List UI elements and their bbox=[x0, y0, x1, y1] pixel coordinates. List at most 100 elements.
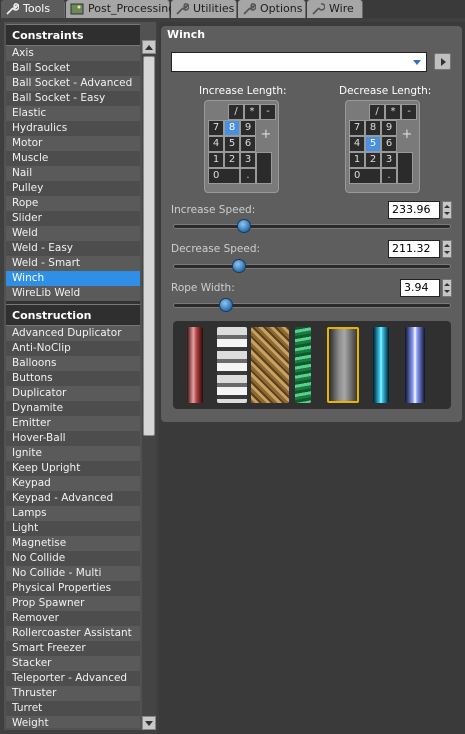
keypad-key[interactable]: * bbox=[385, 104, 401, 120]
tool-item-muscle[interactable]: Muscle bbox=[6, 151, 140, 166]
tool-item-weight[interactable]: Weight bbox=[6, 716, 140, 728]
tool-item-elastic[interactable]: Elastic bbox=[6, 106, 140, 121]
keypad-key[interactable]: 5 bbox=[365, 136, 381, 152]
tool-item-hydraulics[interactable]: Hydraulics bbox=[6, 121, 140, 136]
tool-item-remover[interactable]: Remover bbox=[6, 611, 140, 626]
increase-speed-spinner[interactable] bbox=[442, 201, 452, 219]
tool-item-motor[interactable]: Motor bbox=[6, 136, 140, 151]
tool-item-ball-socket-advanced[interactable]: Ball Socket - Advanced bbox=[6, 76, 140, 91]
keypad-key[interactable]: 6 bbox=[240, 136, 256, 152]
material-grey-metal[interactable] bbox=[327, 327, 359, 403]
keypad-key[interactable]: 3 bbox=[240, 152, 256, 168]
keypad-key[interactable]: 1 bbox=[349, 152, 365, 168]
tool-item-keypad-advanced[interactable]: Keypad - Advanced bbox=[6, 491, 140, 506]
tool-item-nail[interactable]: Nail bbox=[6, 166, 140, 181]
list-scrollbar[interactable] bbox=[142, 40, 156, 730]
slider-handle[interactable] bbox=[232, 259, 247, 273]
keypad-key[interactable]: 3 bbox=[381, 152, 397, 168]
tool-item-ignite[interactable]: Ignite bbox=[6, 446, 140, 461]
material-green-twisted[interactable] bbox=[295, 327, 311, 403]
scroll-up-button[interactable] bbox=[142, 40, 156, 54]
keypad-key[interactable]: / bbox=[369, 104, 385, 120]
keypad-key[interactable]: - bbox=[401, 104, 417, 120]
keypad-key[interactable]: 9 bbox=[240, 120, 256, 136]
tool-item-keypad[interactable]: Keypad bbox=[6, 476, 140, 491]
tool-item-wirelib-weld[interactable]: WireLib Weld bbox=[6, 286, 140, 301]
tool-item-buttons[interactable]: Buttons bbox=[6, 371, 140, 386]
increase-speed-input[interactable]: 233.96 bbox=[388, 201, 440, 219]
tool-item-no-collide-multi[interactable]: No Collide - Multi bbox=[6, 566, 140, 581]
material-electric-blue[interactable] bbox=[373, 327, 389, 403]
tab-post-processing[interactable]: Post_Processing bbox=[66, 0, 175, 18]
tool-item-keep-upright[interactable]: Keep Upright bbox=[6, 461, 140, 476]
preset-menu-button[interactable] bbox=[434, 53, 451, 70]
slider-handle[interactable] bbox=[237, 219, 252, 233]
category-header-constraints[interactable]: Constraints bbox=[6, 24, 140, 46]
slider-handle[interactable] bbox=[218, 298, 233, 312]
decrease-speed-spinner[interactable] bbox=[442, 240, 452, 258]
preset-dropdown[interactable] bbox=[171, 52, 427, 72]
keypad-key[interactable]: 7 bbox=[208, 120, 224, 136]
tool-item-physical-properties[interactable]: Physical Properties bbox=[6, 581, 140, 596]
keypad-key[interactable]: - bbox=[260, 104, 276, 120]
tool-item-emitter[interactable]: Emitter bbox=[6, 416, 140, 431]
tool-item-hover-ball[interactable]: Hover-Ball bbox=[6, 431, 140, 446]
tool-item-weld[interactable]: Weld bbox=[6, 226, 140, 241]
tool-item-balloons[interactable]: Balloons bbox=[6, 356, 140, 371]
tool-item-weld-easy[interactable]: Weld - Easy bbox=[6, 241, 140, 256]
keypad-key[interactable]: 8 bbox=[224, 120, 240, 136]
tool-item-rope[interactable]: Rope bbox=[6, 196, 140, 211]
tool-item-weld-smart[interactable]: Weld - Smart bbox=[6, 256, 140, 271]
tool-item-no-collide[interactable]: No Collide bbox=[6, 551, 140, 566]
tool-item-slider[interactable]: Slider bbox=[6, 211, 140, 226]
keypad-key[interactable]: 0 bbox=[349, 168, 381, 184]
category-header-construction[interactable]: Construction bbox=[6, 304, 140, 326]
keypad-key[interactable]: / bbox=[228, 104, 244, 120]
keypad-key[interactable]: 2 bbox=[365, 152, 381, 168]
tool-item-magnetise[interactable]: Magnetise bbox=[6, 536, 140, 551]
scroll-thumb[interactable] bbox=[143, 56, 155, 436]
keypad-key[interactable]: 8 bbox=[365, 120, 381, 136]
tool-item-rollercoaster-assistant[interactable]: Rollercoaster Assistant bbox=[6, 626, 140, 641]
tool-item-teleporter-advanced[interactable]: Teleporter - Advanced bbox=[6, 671, 140, 686]
tab-tools[interactable]: Tools bbox=[1, 0, 65, 18]
tool-item-turret[interactable]: Turret bbox=[6, 701, 140, 716]
keypad-key[interactable]: 5 bbox=[224, 136, 240, 152]
decrease-speed-slider[interactable] bbox=[173, 259, 451, 273]
tab-wire[interactable]: Wire bbox=[307, 0, 363, 18]
keypad-key[interactable]: 6 bbox=[381, 136, 397, 152]
keypad-key[interactable]: . bbox=[240, 168, 256, 184]
tool-item-axis[interactable]: Axis bbox=[6, 46, 140, 61]
keypad-key[interactable]: 0 bbox=[208, 168, 240, 184]
rope-width-slider[interactable] bbox=[173, 298, 451, 312]
tool-item-anti-noclip[interactable]: Anti-NoClip bbox=[6, 341, 140, 356]
keypad-key[interactable]: 9 bbox=[381, 120, 397, 136]
tool-item-winch[interactable]: Winch bbox=[6, 271, 140, 286]
keypad-key[interactable]: 1 bbox=[208, 152, 224, 168]
tool-item-ball-socket-easy[interactable]: Ball Socket - Easy bbox=[6, 91, 140, 106]
keypad-key[interactable]: 2 bbox=[224, 152, 240, 168]
tool-item-smart-freezer[interactable]: Smart Freezer bbox=[6, 641, 140, 656]
tab-options[interactable]: Options bbox=[238, 0, 306, 18]
tool-item-thruster[interactable]: Thruster bbox=[6, 686, 140, 701]
tool-item-stacker[interactable]: Stacker bbox=[6, 656, 140, 671]
material-electric-white[interactable] bbox=[405, 327, 425, 403]
keypad-key[interactable]: 4 bbox=[349, 136, 365, 152]
material-metal-chain[interactable] bbox=[217, 327, 247, 403]
tool-item-advanced-duplicator[interactable]: Advanced Duplicator bbox=[6, 326, 140, 341]
tool-item-lamps[interactable]: Lamps bbox=[6, 506, 140, 521]
rope-width-input[interactable]: 3.94 bbox=[400, 279, 440, 297]
tool-item-prop-spawner[interactable]: Prop Spawner bbox=[6, 596, 140, 611]
material-red-cable[interactable] bbox=[187, 327, 203, 403]
rope-width-spinner[interactable] bbox=[442, 279, 452, 297]
tab-utilities[interactable]: Utilities bbox=[171, 0, 237, 18]
tool-item-light[interactable]: Light bbox=[6, 521, 140, 536]
keypad-key[interactable]: + bbox=[397, 120, 417, 152]
decrease-speed-input[interactable]: 211.32 bbox=[388, 240, 440, 258]
keypad-key[interactable]: . bbox=[381, 168, 397, 184]
keypad-key[interactable]: + bbox=[256, 120, 276, 152]
keypad-key[interactable]: 4 bbox=[208, 136, 224, 152]
keypad-key[interactable]: 7 bbox=[349, 120, 365, 136]
scroll-down-button[interactable] bbox=[142, 716, 156, 730]
increase-speed-slider[interactable] bbox=[173, 219, 451, 233]
